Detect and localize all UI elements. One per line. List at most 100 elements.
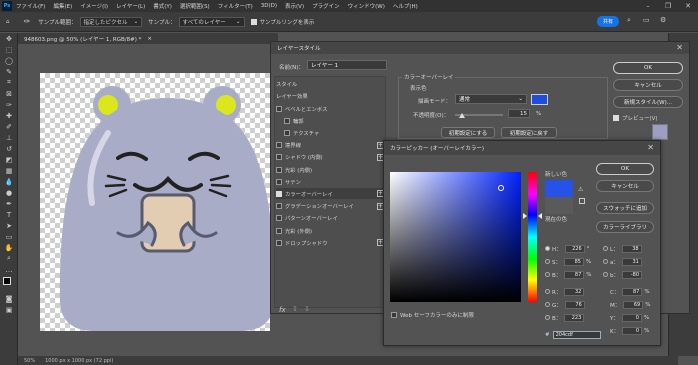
minimize-icon[interactable]: – xyxy=(638,0,658,12)
close-tab-icon[interactable]: × xyxy=(147,36,152,42)
zoom-tool-icon[interactable]: ⌕ xyxy=(0,253,18,264)
menu-3d[interactable]: 3D(D) xyxy=(261,3,277,9)
brightness-radio[interactable] xyxy=(545,272,550,277)
style-item-checkbox[interactable] xyxy=(276,154,282,161)
style-item[interactable]: 境界線 + xyxy=(276,140,384,151)
eyedropper-icon[interactable]: ✑ xyxy=(0,99,18,110)
style-item[interactable]: 光彩 (内側) xyxy=(276,164,384,175)
style-item-checkbox[interactable] xyxy=(284,129,290,136)
hue-radio[interactable] xyxy=(545,246,550,251)
settings-icon[interactable]: ⚙ xyxy=(660,16,666,24)
green-field[interactable]: G： 76 xyxy=(545,300,587,309)
styles-header[interactable]: スタイル xyxy=(276,78,384,89)
style-item-checkbox[interactable] xyxy=(276,203,282,210)
black-field[interactable]: K： 0% xyxy=(610,326,649,335)
brightness-input[interactable]: 87 xyxy=(564,270,585,279)
type-tool-icon[interactable]: T xyxy=(0,209,18,220)
cyan-input[interactable]: 87 xyxy=(622,287,643,296)
menu-view[interactable]: 表示(V) xyxy=(285,2,304,10)
history-brush-icon[interactable]: ↺ xyxy=(0,143,18,154)
style-item[interactable]: 光彩 (外側) xyxy=(276,225,384,236)
hand-tool-icon[interactable]: ✋ xyxy=(0,242,18,253)
overlay-color-swatch[interactable] xyxy=(531,94,548,105)
menu-type[interactable]: 書式(Y) xyxy=(153,2,172,10)
move-tool-icon[interactable]: ✥ xyxy=(0,33,18,44)
path-select-icon[interactable]: ➤ xyxy=(0,220,18,231)
search-icon[interactable]: ⌕ xyxy=(627,16,631,25)
workspace-icon[interactable]: ▭ xyxy=(643,16,650,24)
gradient-tool-icon[interactable]: ▦ xyxy=(0,165,18,176)
yellow-field[interactable]: Y： 0% xyxy=(610,313,649,322)
menu-select[interactable]: 選択範囲(S) xyxy=(180,2,210,10)
menu-file[interactable]: ファイル(F) xyxy=(16,2,45,10)
black-input[interactable]: 0 xyxy=(622,326,643,335)
reset-default-button[interactable]: 初期設定に戻す xyxy=(501,127,557,138)
menu-filter[interactable]: フィルター(T) xyxy=(218,2,253,10)
blend-mode-select[interactable]: 通常 ⌄ xyxy=(455,94,527,104)
dodge-tool-icon[interactable]: ● xyxy=(0,187,18,198)
close-icon[interactable]: ✕ xyxy=(676,43,683,52)
cyan-field[interactable]: C： 87% xyxy=(610,287,650,296)
web-safe-icon[interactable] xyxy=(579,198,585,204)
saturation-input[interactable]: 85 xyxy=(564,257,584,266)
red-radio[interactable] xyxy=(545,289,550,294)
layer-style-cancel-button[interactable]: キャンセル xyxy=(613,79,683,91)
maximize-icon[interactable]: ❐ xyxy=(658,0,678,12)
style-item[interactable]: ドロップシャドウ + xyxy=(276,237,384,248)
blend-options-item[interactable]: レイヤー効果 xyxy=(276,90,384,101)
close-window-icon[interactable]: ✕ xyxy=(678,0,698,12)
picker-cancel-button[interactable]: キャンセル xyxy=(596,180,654,192)
menu-help[interactable]: ヘルプ(H) xyxy=(393,2,418,10)
opacity-slider-thumb[interactable] xyxy=(459,113,466,118)
close-icon[interactable]: ✕ xyxy=(647,143,654,152)
menu-layer[interactable]: レイヤー(L) xyxy=(116,2,145,10)
foreground-color-swatch[interactable] xyxy=(3,277,11,285)
eraser-tool-icon[interactable]: ◩ xyxy=(0,154,18,165)
green-radio[interactable] xyxy=(545,302,550,307)
current-color-swatch[interactable] xyxy=(545,197,573,214)
hue-input[interactable]: 226 xyxy=(564,244,585,253)
lab-a-radio[interactable] xyxy=(603,259,608,264)
make-default-button[interactable]: 初期設定にする xyxy=(441,127,495,138)
hex-field[interactable]: #204cdf xyxy=(545,330,603,339)
document-tab[interactable]: 948603.png @ 50% (レイヤー 1, RGB/8#) * × xyxy=(18,33,278,44)
blue-radio[interactable] xyxy=(545,315,550,320)
style-item-checkbox[interactable] xyxy=(276,142,282,149)
opacity-input[interactable]: 15 xyxy=(508,109,530,118)
preview-checkbox[interactable] xyxy=(613,115,619,121)
style-item[interactable]: 輪郭 xyxy=(276,115,384,126)
magenta-input[interactable]: 69 xyxy=(623,300,644,309)
crop-tool-icon[interactable]: ⌗ xyxy=(0,77,18,88)
picker-ok-button[interactable]: OK xyxy=(596,163,654,175)
frame-tool-icon[interactable]: ⊠ xyxy=(0,88,18,99)
red-input[interactable]: 32 xyxy=(564,287,585,296)
show-ring-checkbox[interactable] xyxy=(250,18,257,25)
web-only-option[interactable]: Web セーフカラーのみに制限 xyxy=(391,310,474,319)
new-style-button[interactable]: 新規スタイル(W)... xyxy=(613,96,683,108)
lab-l-input[interactable]: 38 xyxy=(621,244,642,253)
hex-input[interactable]: 204cdf xyxy=(552,330,601,339)
saturation-radio[interactable] xyxy=(545,259,550,264)
brightness-field[interactable]: B： 87% xyxy=(545,270,592,279)
style-item-checkbox[interactable] xyxy=(284,117,290,124)
lab-l-field[interactable]: L： 38 xyxy=(603,244,644,253)
share-button[interactable]: 共有 xyxy=(597,16,619,27)
lasso-tool-icon[interactable]: ◯ xyxy=(0,55,18,66)
add-to-swatches-button[interactable]: スウォッチに追加 xyxy=(596,202,654,214)
saturation-brightness-field[interactable] xyxy=(390,172,521,302)
style-item[interactable]: ベベルとエンボス xyxy=(276,103,384,114)
stamp-tool-icon[interactable]: ⊥ xyxy=(0,132,18,143)
gamut-warning-icon[interactable]: ⚠ xyxy=(578,186,583,193)
style-item[interactable]: シャドウ (内側) + xyxy=(276,152,384,163)
style-item[interactable]: グラデーションオーバーレイ + xyxy=(276,201,384,212)
menu-edit[interactable]: 編集(E) xyxy=(53,2,72,10)
style-item-checkbox[interactable] xyxy=(276,105,282,112)
style-item-checkbox[interactable] xyxy=(276,215,282,222)
lab-b-field[interactable]: b： -80 xyxy=(603,270,644,279)
style-item[interactable]: パターンオーバーレイ xyxy=(276,213,384,224)
sample-size-select[interactable]: 指定したピクセル ⌄ xyxy=(79,16,143,27)
color-picker-cursor[interactable] xyxy=(498,185,504,191)
lab-a-input[interactable]: 31 xyxy=(621,257,642,266)
quick-select-tool-icon[interactable]: ✎ xyxy=(0,66,18,77)
fx-icon[interactable]: fx xyxy=(279,306,286,314)
